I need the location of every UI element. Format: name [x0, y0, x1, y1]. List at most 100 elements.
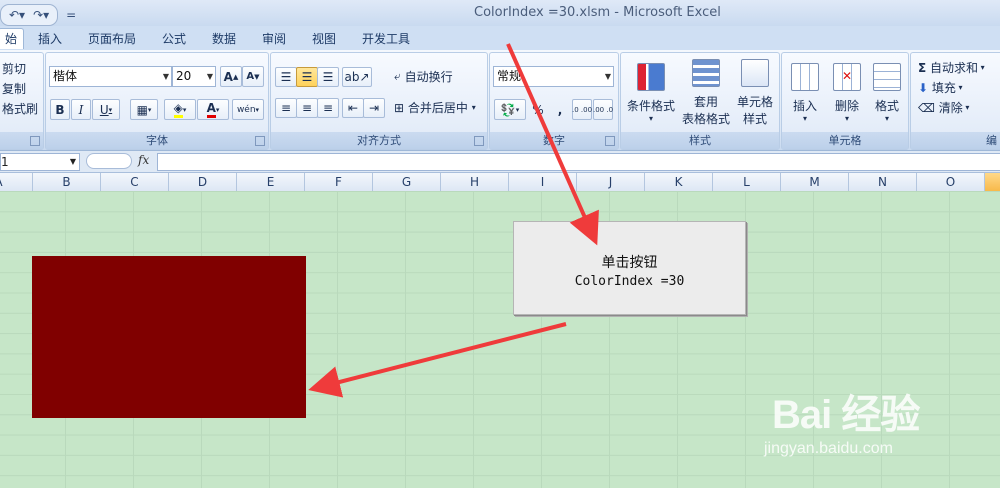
decrease-decimal-button[interactable]: .00 .0 — [593, 99, 613, 120]
align-middle-icon: ☰ — [301, 70, 313, 84]
align-right-icon: ≡ — [322, 101, 334, 115]
tab-home[interactable]: 始 — [0, 28, 25, 49]
conditional-format-button[interactable]: 条件格式 ▾ — [623, 57, 679, 129]
font-launcher-icon[interactable] — [255, 136, 265, 146]
tab-page-layout[interactable]: 页面布局 — [88, 29, 136, 49]
column-header-f[interactable]: F — [305, 173, 373, 191]
column-header-c[interactable]: C — [101, 173, 169, 191]
tab-view[interactable]: 视图 — [312, 29, 336, 49]
number-launcher-icon[interactable] — [605, 136, 615, 146]
tab-review[interactable]: 审阅 — [262, 29, 286, 49]
clipboard-launcher-icon[interactable] — [30, 136, 40, 146]
undo-icon[interactable]: ↶▾ — [5, 5, 29, 25]
column-header-j[interactable]: J — [577, 173, 645, 191]
align-top-button[interactable]: ☰ — [275, 67, 297, 87]
align-center-button[interactable]: ≡ — [296, 98, 318, 118]
title-bar: ↶▾ ↷▾ = ColorIndex =30.xlsm - Microsoft … — [0, 0, 1000, 27]
delete-cells-button[interactable]: ✕ 删除 ▾ — [826, 57, 868, 129]
column-header-m[interactable]: M — [781, 173, 849, 191]
decrease-indent-button[interactable]: ⇤ — [342, 98, 364, 118]
font-name-combo[interactable]: 楷体 ▼ — [49, 66, 172, 87]
column-header-n[interactable]: N — [849, 173, 917, 191]
customize-icon[interactable]: = — [62, 5, 80, 25]
column-header-b[interactable]: B — [33, 173, 101, 191]
cell-styles-icon — [741, 59, 769, 87]
accounting-format-button[interactable]: 💱 ▾ — [494, 99, 526, 120]
orientation-button[interactable]: ab↗ — [342, 67, 372, 87]
merge-center-button[interactable]: ⊞ 合并后居中 ▾ — [393, 98, 477, 117]
align-bottom-button[interactable]: ☰ — [317, 67, 339, 87]
ribbon: 剪切 复制 格式刷 楷体 ▼ 20 ▼ A ▲ A ▼ B I U ▾ ▦ ▾ ◈ ▾ A ▾ … — [0, 50, 1000, 151]
wrap-text-button[interactable]: ⤶ 自动换行 — [393, 67, 454, 86]
format-as-table-label-1: 套用 — [693, 95, 718, 109]
alignment-launcher-icon[interactable] — [474, 136, 484, 146]
quick-access-toolbar: ↶▾ ↷▾ = — [0, 4, 80, 26]
font-group: 楷体 ▼ 20 ▼ A ▲ A ▼ B I U ▾ ▦ ▾ ◈ ▾ A ▾ wén ▾ 字体 — [45, 52, 269, 150]
align-middle-button[interactable]: ☰ — [296, 67, 318, 87]
number-format-combo[interactable]: 常规 ▼ — [493, 66, 614, 87]
wrap-text-label: 自动换行 — [404, 70, 453, 84]
clear-button[interactable]: ⌫ 清除 ▾ — [917, 98, 970, 117]
percent-button[interactable]: % — [530, 99, 546, 120]
autosum-button[interactable]: Σ 自动求和 ▾ — [917, 58, 986, 77]
redo-icon[interactable]: ↷▾ — [29, 5, 53, 25]
increase-decimal-button[interactable]: .0 .00 — [572, 99, 592, 120]
italic-label: I — [78, 102, 84, 117]
format-painter-label: 格式刷 — [2, 102, 39, 116]
clear-label: 清除 — [938, 101, 963, 115]
font-color-button[interactable]: A ▾ — [197, 99, 229, 120]
grow-font-button[interactable]: A ▲ — [220, 66, 242, 87]
conditional-format-label: 条件格式 — [626, 99, 675, 113]
macro-button[interactable]: 单击按钮 ColorIndex =30 — [513, 221, 746, 315]
increase-decimal-label: .0 .00 — [571, 105, 593, 114]
macro-button-label-1: 单击按钮 — [601, 255, 658, 271]
column-header-o[interactable]: O — [917, 173, 985, 191]
delete-cells-icon: ✕ — [833, 63, 861, 91]
tab-insert[interactable]: 插入 — [38, 29, 62, 49]
name-box[interactable]: 1 ▼ — [0, 153, 80, 171]
column-header-i[interactable]: I — [509, 173, 577, 191]
eraser-icon: ⌫ — [918, 100, 935, 115]
insert-function-button[interactable]: fx — [138, 153, 149, 167]
formula-input[interactable] — [157, 153, 1000, 171]
comma-button[interactable]: , — [552, 99, 568, 120]
column-header-e[interactable]: E — [237, 173, 305, 191]
font-size-combo[interactable]: 20 ▼ — [172, 66, 216, 87]
column-header-partial[interactable] — [985, 173, 1000, 191]
column-header-h[interactable]: H — [441, 173, 509, 191]
tab-developer[interactable]: 开发工具 — [362, 29, 410, 49]
format-cells-button[interactable]: 格式 ▾ — [866, 57, 908, 129]
styles-group-label: 样式 — [621, 132, 779, 149]
column-header-a[interactable]: A — [0, 173, 33, 191]
chevron-down-icon: ▼ — [162, 72, 169, 81]
fill-button[interactable]: ⬇ 填充 ▾ — [917, 78, 963, 97]
tab-data[interactable]: 数据 — [212, 29, 236, 49]
undo-redo-group: ↶▾ ↷▾ — [0, 4, 59, 26]
align-right-button[interactable]: ≡ — [317, 98, 339, 118]
column-header-l[interactable]: L — [713, 173, 781, 191]
insert-cells-button[interactable]: 插入 ▾ — [784, 57, 826, 129]
clipboard-group: 剪切 复制 格式刷 — [0, 52, 44, 150]
cell-styles-button[interactable]: 单元格 样式 — [731, 57, 779, 129]
fill-color-button[interactable]: ◈ ▾ — [164, 99, 196, 120]
copy-button[interactable]: 复制 — [1, 79, 27, 98]
shrink-font-button[interactable]: A ▼ — [242, 66, 264, 87]
format-painter-button[interactable]: 格式刷 — [1, 99, 39, 118]
align-left-button[interactable]: ≡ — [275, 98, 297, 118]
italic-button[interactable]: I — [71, 99, 91, 120]
window-title: ColorIndex =30.xlsm - Microsoft Excel — [474, 5, 721, 20]
column-header-g[interactable]: G — [373, 173, 441, 191]
cells-group-label: 单元格 — [782, 132, 908, 149]
number-group: 常规 ▼ 💱 ▾ % , .0 .00 .00 .0 数字 — [489, 52, 619, 150]
format-as-table-button[interactable]: 套用 表格格式 — [681, 57, 731, 129]
column-header-k[interactable]: K — [645, 173, 713, 191]
tab-formulas[interactable]: 公式 — [162, 29, 186, 49]
borders-button[interactable]: ▦ ▾ — [130, 99, 158, 120]
underline-button[interactable]: U ▾ — [92, 99, 120, 120]
increase-indent-button[interactable]: ⇥ — [363, 98, 385, 118]
bold-button[interactable]: B — [50, 99, 70, 120]
phonetic-button[interactable]: wén ▾ — [232, 99, 264, 120]
column-header-d[interactable]: D — [169, 173, 237, 191]
colored-range[interactable] — [32, 256, 306, 418]
cut-button[interactable]: 剪切 — [1, 59, 27, 78]
